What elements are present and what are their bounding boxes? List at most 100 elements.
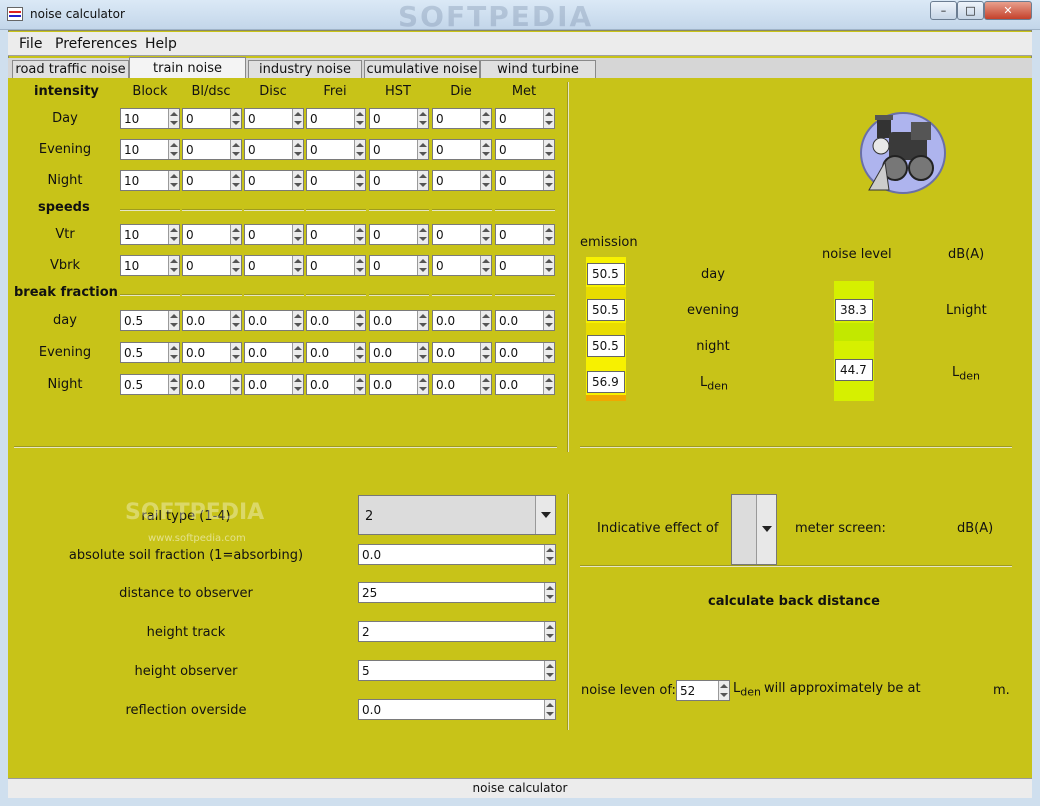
grid-input-met[interactable]: 0 (495, 170, 555, 191)
spinner-icon[interactable] (354, 343, 365, 362)
grid-input-frei[interactable]: 0 (306, 224, 366, 245)
grid-input-hst[interactable]: 0 (369, 255, 429, 276)
spinner-icon[interactable] (168, 256, 179, 275)
height-track-input[interactable]: 2 (358, 621, 556, 642)
spinner-icon[interactable] (544, 661, 555, 680)
grid-input-block[interactable]: 10 (120, 108, 180, 129)
grid-input-hst[interactable]: 0.0 (369, 342, 429, 363)
spinner-icon[interactable] (543, 311, 554, 330)
spinner-icon[interactable] (354, 171, 365, 190)
grid-input-block[interactable]: 0.5 (120, 374, 180, 395)
spinner-icon[interactable] (354, 375, 365, 394)
spinner-icon[interactable] (718, 681, 729, 700)
grid-input-bl-dsc[interactable]: 0.0 (182, 374, 242, 395)
spinner-icon[interactable] (230, 375, 241, 394)
spinner-icon[interactable] (480, 140, 491, 159)
grid-input-hst[interactable]: 0 (369, 224, 429, 245)
spinner-icon[interactable] (292, 343, 303, 362)
spinner-icon[interactable] (480, 311, 491, 330)
grid-input-disc[interactable]: 0 (244, 224, 304, 245)
grid-input-disc[interactable]: 0 (244, 255, 304, 276)
grid-input-block[interactable]: 10 (120, 139, 180, 160)
grid-input-bl-dsc[interactable]: 0.0 (182, 310, 242, 331)
spinner-icon[interactable] (417, 311, 428, 330)
spinner-icon[interactable] (417, 343, 428, 362)
spinner-icon[interactable] (292, 375, 303, 394)
spinner-icon[interactable] (544, 545, 555, 564)
grid-input-hst[interactable]: 0 (369, 170, 429, 191)
spinner-icon[interactable] (230, 343, 241, 362)
spinner-icon[interactable] (543, 343, 554, 362)
grid-input-met[interactable]: 0.0 (495, 342, 555, 363)
grid-input-met[interactable]: 0 (495, 108, 555, 129)
spinner-icon[interactable] (543, 140, 554, 159)
spinner-icon[interactable] (168, 109, 179, 128)
close-button[interactable]: ✕ (984, 1, 1032, 20)
grid-input-met[interactable]: 0 (495, 224, 555, 245)
grid-input-block[interactable]: 10 (120, 170, 180, 191)
spinner-icon[interactable] (230, 140, 241, 159)
grid-input-frei[interactable]: 0.0 (306, 374, 366, 395)
grid-input-hst[interactable]: 0 (369, 139, 429, 160)
grid-input-bl-dsc[interactable]: 0 (182, 224, 242, 245)
grid-input-block[interactable]: 0.5 (120, 310, 180, 331)
spinner-icon[interactable] (292, 311, 303, 330)
grid-input-die[interactable]: 0 (432, 108, 492, 129)
spinner-icon[interactable] (292, 171, 303, 190)
grid-input-block[interactable]: 10 (120, 224, 180, 245)
grid-input-die[interactable]: 0 (432, 224, 492, 245)
spinner-icon[interactable] (417, 171, 428, 190)
spinner-icon[interactable] (168, 225, 179, 244)
minimize-button[interactable]: – (930, 1, 957, 20)
grid-input-frei[interactable]: 0 (306, 108, 366, 129)
grid-input-die[interactable]: 0 (432, 139, 492, 160)
grid-input-die[interactable]: 0 (432, 255, 492, 276)
grid-input-frei[interactable]: 0.0 (306, 342, 366, 363)
spinner-icon[interactable] (543, 225, 554, 244)
back-distance-noise-input[interactable]: 52 (676, 680, 730, 701)
spinner-icon[interactable] (417, 375, 428, 394)
spinner-icon[interactable] (168, 375, 179, 394)
grid-input-met[interactable]: 0.0 (495, 374, 555, 395)
spinner-icon[interactable] (480, 375, 491, 394)
spinner-icon[interactable] (230, 311, 241, 330)
tab-industry-noise[interactable]: industry noise (248, 60, 362, 79)
spinner-icon[interactable] (544, 583, 555, 602)
spinner-icon[interactable] (230, 225, 241, 244)
screen-height-select[interactable] (731, 494, 777, 565)
grid-input-die[interactable]: 0 (432, 170, 492, 191)
grid-input-die[interactable]: 0.0 (432, 310, 492, 331)
menu-help[interactable]: Help (145, 36, 177, 52)
spinner-icon[interactable] (230, 171, 241, 190)
grid-input-hst[interactable]: 0.0 (369, 310, 429, 331)
menu-preferences[interactable]: Preferences (55, 36, 137, 52)
grid-input-bl-dsc[interactable]: 0 (182, 108, 242, 129)
rail-type-select[interactable]: 2 (358, 495, 556, 535)
spinner-icon[interactable] (417, 256, 428, 275)
spinner-icon[interactable] (292, 225, 303, 244)
spinner-icon[interactable] (354, 225, 365, 244)
grid-input-die[interactable]: 0.0 (432, 374, 492, 395)
grid-input-frei[interactable]: 0 (306, 255, 366, 276)
grid-input-disc[interactable]: 0.0 (244, 374, 304, 395)
grid-input-frei[interactable]: 0 (306, 139, 366, 160)
grid-input-met[interactable]: 0.0 (495, 310, 555, 331)
reflection-input[interactable]: 0.0 (358, 699, 556, 720)
spinner-icon[interactable] (544, 622, 555, 641)
spinner-icon[interactable] (168, 311, 179, 330)
distance-input[interactable]: 25 (358, 582, 556, 603)
menu-file[interactable]: File (19, 36, 42, 52)
grid-input-met[interactable]: 0 (495, 139, 555, 160)
grid-input-disc[interactable]: 0 (244, 170, 304, 191)
spinner-icon[interactable] (168, 140, 179, 159)
spinner-icon[interactable] (292, 256, 303, 275)
spinner-icon[interactable] (480, 171, 491, 190)
spinner-icon[interactable] (168, 171, 179, 190)
grid-input-hst[interactable]: 0.0 (369, 374, 429, 395)
tab-road-traffic-noise[interactable]: road traffic noise (12, 60, 129, 79)
spinner-icon[interactable] (544, 700, 555, 719)
grid-input-frei[interactable]: 0.0 (306, 310, 366, 331)
spinner-icon[interactable] (543, 109, 554, 128)
spinner-icon[interactable] (417, 225, 428, 244)
grid-input-frei[interactable]: 0 (306, 170, 366, 191)
